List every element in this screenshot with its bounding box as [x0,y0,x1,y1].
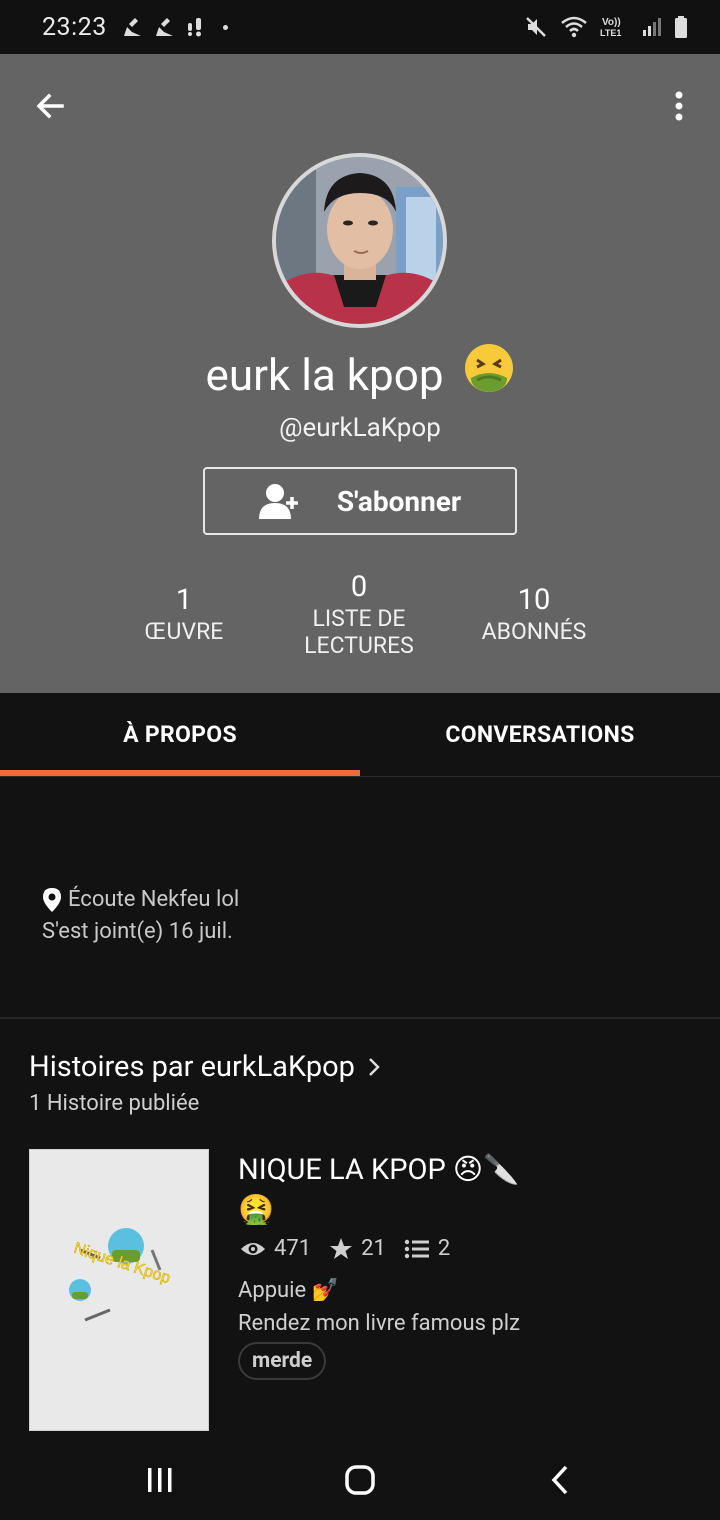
status-time: 23:23 [42,12,107,42]
story-votes-count: 21 [361,1236,386,1261]
story-reads-count: 471 [274,1236,312,1261]
story-desc-line1: Appuie 💅 [238,1278,340,1303]
stat-label: LISTE DE [312,605,406,632]
stories-title-text: Histoires par eurkLaKpop [29,1050,355,1084]
status-left-icons [121,16,228,38]
stat-number: 10 [517,583,551,617]
story-title-text: NIQUE LA KPOP 😠🔪 [238,1153,520,1187]
recent-apps-button[interactable] [130,1450,190,1510]
avatar[interactable] [272,153,447,328]
story-parts-count: 2 [437,1236,451,1261]
chevron-right-icon [369,1058,380,1076]
add-user-icon [258,484,298,519]
cover-image: Nique la Kpop [30,1150,208,1430]
tab-conversations[interactable]: CONVERSATIONS [360,693,720,776]
tab-about[interactable]: À PROPOS [0,693,360,776]
story-desc-line2: Rendez mon livre famous plz [238,1311,521,1336]
status-right-icons: Vo)) LTE1 [524,15,688,39]
section-divider [0,1017,720,1019]
profile-header: eurk la kpop @eurkLaKpop S'abonner 1 ŒUV… [0,54,720,693]
notification-icon [187,18,201,37]
stat-label: ABONNÉS [481,618,587,645]
avatar-photo [276,157,443,324]
chevron-left-icon [551,1465,568,1495]
stat-number: 0 [350,570,368,604]
wifi-icon [561,16,587,38]
story-cover[interactable]: Nique la Kpop [29,1149,209,1431]
back-button[interactable] [30,86,70,126]
recent-apps-icon [148,1468,172,1492]
more-options-button[interactable] [664,86,694,126]
eye-icon [241,1242,265,1255]
broom-icon [155,18,173,36]
profile-tabs: À PROPOS CONVERSATIONS [0,693,720,777]
about-joined: S'est joint(e) 16 juil. [42,919,233,944]
about-section: Écoute Nekfeu lol S'est joint(e) 16 juil… [42,884,239,948]
about-location: Écoute Nekfeu lol [68,887,240,912]
story-title[interactable]: NIQUE LA KPOP 😠🔪 🤮 [238,1150,578,1230]
location-pin-icon [43,888,61,912]
username: @eurkLaKpop [279,413,441,443]
arrow-left-icon [36,93,64,119]
status-dot [222,24,228,30]
kebab-menu-icon [675,91,683,121]
story-description: Appuie 💅 Rendez mon livre famous plz [238,1274,520,1340]
home-icon [345,1465,375,1495]
status-bar: 23:23 Vo)) LTE1 [0,0,720,54]
stat-works[interactable]: 1 ŒUVRE [84,582,284,645]
broom-icon [123,18,141,36]
stat-label: ŒUVRE [144,618,224,645]
story-stats: 471 21 2 [240,1236,468,1261]
nauseated-face-icon [463,342,515,405]
svg-text:Vo)): Vo)) [602,17,621,28]
stat-reading-lists[interactable]: 0 LISTE DE LECTURES [259,569,459,659]
battery-icon [675,16,687,38]
follow-button[interactable]: S'abonner [203,467,517,535]
star-icon [330,1237,353,1259]
profile-stats: 1 ŒUVRE 0 LISTE DE LECTURES 10 ABONNÉS [0,564,720,674]
story-tag[interactable]: merde [238,1342,327,1380]
list-icon [404,1239,429,1258]
display-name-text: eurk la kpop [205,349,444,401]
volte-icon: Vo))LTE1 [600,17,621,38]
story-votes: 21 [329,1236,386,1261]
display-name: eurk la kpop [0,342,720,405]
stories-count: 1 Histoire publiée [29,1091,200,1116]
story-parts: 2 [404,1236,450,1261]
story-title-line2: 🤮 [238,1193,275,1227]
back-nav-button[interactable] [530,1450,590,1510]
stat-number: 1 [175,583,193,617]
home-button[interactable] [330,1450,390,1510]
follow-button-label: S'abonner [336,484,462,518]
system-nav-bar [0,1440,720,1520]
signal-icon [643,18,661,36]
story-reads: 471 [240,1236,311,1261]
stories-section-title[interactable]: Histoires par eurkLaKpop [29,1050,381,1084]
stat-followers[interactable]: 10 ABONNÉS [434,582,634,645]
svg-text:LTE1: LTE1 [600,28,621,38]
mute-icon [526,17,546,37]
stat-label-line2: LECTURES [304,632,414,659]
